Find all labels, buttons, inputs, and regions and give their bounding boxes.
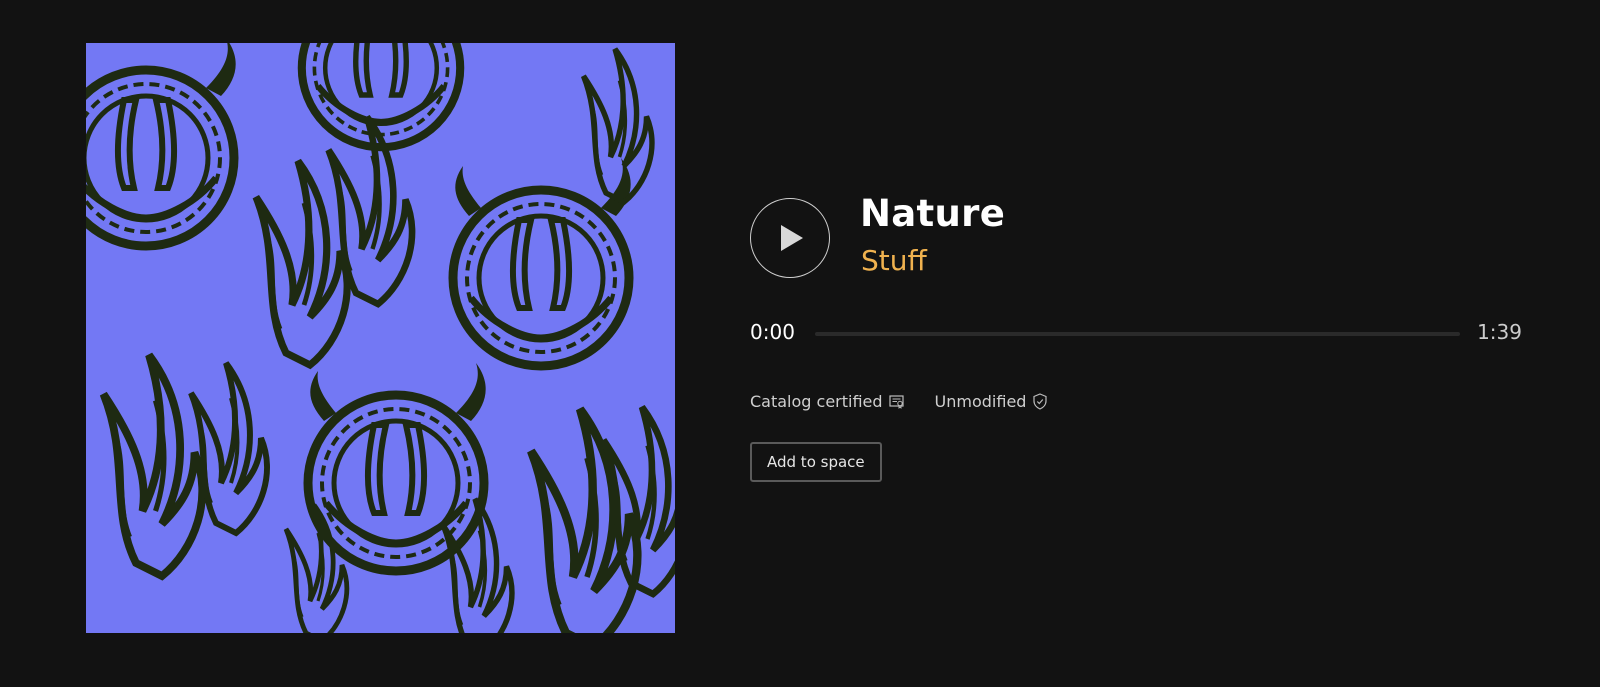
track-artist-link[interactable]: Stuff	[861, 244, 927, 277]
certificate-icon	[888, 394, 904, 409]
album-artwork	[86, 43, 675, 633]
add-to-space-button[interactable]: Add to space	[750, 442, 882, 482]
badge-catalog-certified: Catalog certified	[750, 392, 905, 411]
progress-bar[interactable]	[815, 332, 1460, 336]
badge-unmodified: Unmodified	[935, 392, 1049, 411]
shield-check-icon	[1033, 393, 1048, 410]
progress-row: 0:00 1:39	[750, 318, 1522, 348]
badge-label: Catalog certified	[750, 392, 883, 411]
badge-label: Unmodified	[934, 392, 1027, 411]
track-page: Nature Stuff 0:00 1:39 Catalog certified	[0, 0, 1600, 687]
total-time: 1:39	[1477, 320, 1522, 344]
play-button[interactable]	[750, 198, 830, 278]
track-title: Nature	[860, 192, 1006, 235]
track-badges: Catalog certified Unmodified	[750, 392, 1048, 411]
play-icon	[781, 225, 803, 251]
artwork-pattern	[86, 43, 675, 633]
current-time: 0:00	[750, 320, 795, 344]
